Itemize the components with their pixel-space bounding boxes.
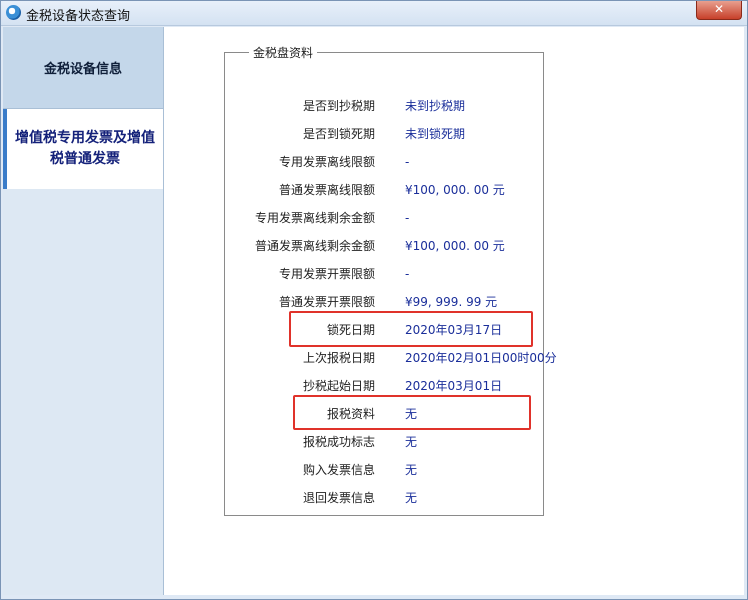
app-logo-icon [6,5,21,20]
row-value: ¥99, 999. 99 元 [405,295,498,309]
info-row: 报税成功标志 无 [225,431,625,453]
row-label: 报税成功标志 [302,435,375,449]
row-label: 上次报税日期 [302,351,375,365]
info-row: 退回发票信息 无 [225,487,625,509]
row-value: 无 [405,435,418,449]
row-value: - [405,267,410,281]
info-row: 抄税起始日期 2020年03月01日 [225,375,625,397]
row-value: 2020年02月01日00时00分 [405,351,557,365]
row-value: 2020年03月01日 [405,379,503,393]
sidebar-item-invoices[interactable]: 增值税专用发票及增值税普通发票 [3,109,163,189]
info-row: 普通发票离线限额 ¥100, 000. 00 元 [225,179,625,201]
row-label: 退回发票信息 [302,491,375,505]
row-label: 专用发票离线限额 [278,155,375,169]
info-row: 是否到锁死期 未到锁死期 [225,123,625,145]
sidebar-item-device-info[interactable]: 金税设备信息 [3,27,163,109]
row-value: 无 [405,463,418,477]
info-row: 专用发票开票限额 - [225,263,625,285]
sidebar: 金税设备信息 增值税专用发票及增值税普通发票 [3,27,163,595]
info-row: 是否到抄税期 未到抄税期 [225,95,625,117]
title-bar: 金税设备状态查询 ✕ [1,1,747,26]
row-value: 未到锁死期 [405,127,466,141]
row-value: ¥100, 000. 00 元 [405,183,505,197]
info-row: 专用发票离线限额 - [225,151,625,173]
highlight-tax-data [293,395,531,430]
row-label: 是否到锁死期 [302,127,375,141]
row-label: 专用发票开票限额 [278,267,375,281]
row-value: ¥100, 000. 00 元 [405,239,505,253]
row-value: - [405,155,410,169]
info-row: 上次报税日期 2020年02月01日00时00分 [225,347,625,369]
status-query-window: 金税设备状态查询 ✕ 金税设备信息 增值税专用发票及增值税普通发票 金税盘资料 … [0,0,748,600]
info-row: 普通发票开票限额 ¥99, 999. 99 元 [225,291,625,313]
highlight-lock-date [289,311,533,347]
row-label: 抄税起始日期 [302,379,375,393]
info-row: 购入发票信息 无 [225,459,625,481]
row-label: 普通发票离线剩余金额 [254,239,375,253]
tax-disk-groupbox: 金税盘资料 是否到抄税期 未到抄税期 是否到锁死期 未到锁死期 专用发票离线限额 - … [224,44,557,516]
row-value: - [405,211,410,225]
info-row: 专用发票离线剩余金额 - [225,207,625,229]
row-label: 普通发票开票限额 [278,295,375,309]
row-label: 购入发票信息 [302,463,375,477]
row-value: 无 [405,491,418,505]
row-label: 普通发票离线限额 [278,183,375,197]
content-panel: 金税盘资料 是否到抄税期 未到抄税期 是否到锁死期 未到锁死期 专用发票离线限额 - … [163,27,744,595]
groupbox-title: 金税盘资料 [249,44,318,61]
info-row: 普通发票离线剩余金额 ¥100, 000. 00 元 [225,235,625,257]
row-label: 专用发票离线剩余金额 [254,211,375,225]
window-title: 金税设备状态查询 [26,9,131,24]
close-button[interactable]: ✕ [696,1,742,20]
row-label: 是否到抄税期 [302,99,375,113]
row-value: 未到抄税期 [405,99,466,113]
